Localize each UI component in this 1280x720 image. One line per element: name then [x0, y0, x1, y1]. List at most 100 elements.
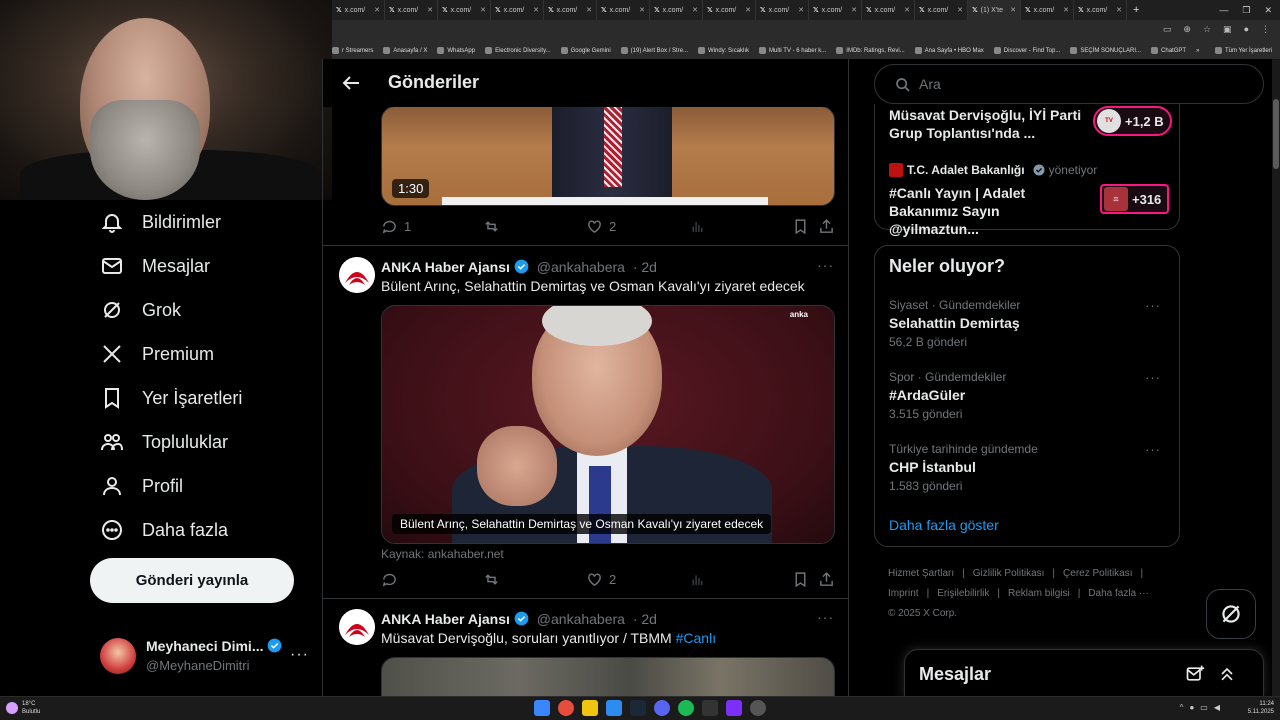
nav-profile[interactable]: Profil — [100, 474, 183, 498]
extensions-icon[interactable]: ▣ — [1223, 24, 1232, 35]
grok-button[interactable] — [1206, 589, 1256, 639]
tab-close-icon[interactable]: ✕ — [1063, 6, 1069, 14]
trend-item[interactable]: Spor · Gündemdekiler #ArdaGüler 3.515 gö… — [889, 370, 1169, 421]
scrollbar-thumb[interactable] — [1273, 99, 1279, 169]
new-tab-button[interactable]: + — [1127, 4, 1145, 16]
account-more-icon[interactable]: ··· — [290, 646, 309, 664]
live-title[interactable]: Müsavat Dervişoğlu, İYİ Parti Grup Topla… — [889, 106, 1089, 142]
tab-close-icon[interactable]: ✕ — [480, 6, 486, 14]
browser-tab[interactable]: 𝕏x.com/ ✕ — [597, 0, 650, 20]
tab-close-icon[interactable]: ✕ — [427, 6, 433, 14]
hashtag-link[interactable]: #Canlı — [676, 630, 716, 646]
tweet-video[interactable] — [381, 657, 835, 696]
bookmark-item[interactable]: Discover - Find Top... — [993, 47, 1060, 54]
restore-icon[interactable]: ❐ — [1242, 5, 1250, 16]
back-arrow-icon[interactable] — [339, 71, 363, 95]
tab-close-icon[interactable]: ✕ — [533, 6, 539, 14]
footer-link[interactable]: Imprint — [888, 588, 919, 599]
footer-link[interactable]: Gizlilik Politikası — [973, 568, 1045, 579]
nav-communities[interactable]: Topluluklar — [100, 430, 228, 454]
live-badge[interactable]: ⚖ +316 — [1100, 184, 1170, 214]
browser-tab[interactable]: 𝕏x.com/ ✕ — [491, 0, 544, 20]
tab-close-icon[interactable]: ✕ — [692, 6, 698, 14]
close-window-icon[interactable]: ✕ — [1264, 5, 1272, 16]
browser-tab[interactable]: 𝕏x.com/ ✕ — [650, 0, 703, 20]
author-name[interactable]: ANKA Haber Ajansı — [381, 611, 510, 627]
author-name[interactable]: ANKA Haber Ajansı — [381, 259, 510, 275]
tweet-video[interactable]: 1:30 — [381, 106, 835, 206]
browser-tab[interactable]: 𝕏x.com/ ✕ — [809, 0, 862, 20]
page-scrollbar[interactable] — [1272, 59, 1280, 696]
obs-icon[interactable] — [750, 700, 766, 716]
tab-close-icon[interactable]: ✕ — [374, 6, 380, 14]
browser-tab[interactable]: 𝕏 (1) X'te ✕ — [968, 0, 1021, 20]
trend-item[interactable]: Siyaset · Gündemdekiler Selahattin Demir… — [889, 298, 1169, 349]
file-explorer-icon[interactable] — [582, 700, 598, 716]
trend-more-icon[interactable]: ··· — [1145, 442, 1161, 457]
chevrons-up-icon[interactable] — [1217, 664, 1237, 684]
share-button[interactable] — [818, 571, 835, 588]
tab-close-icon[interactable]: ✕ — [586, 6, 592, 14]
minimize-icon[interactable]: — — [1219, 5, 1228, 15]
bookmark-item[interactable]: Windy: Sıcaklık — [698, 47, 749, 54]
card-source[interactable]: Kaynak: ankahaber.net — [381, 547, 504, 561]
browser-tab[interactable]: 𝕏x.com/ ✕ — [1021, 0, 1074, 20]
nav-notifications[interactable]: Bildirimler — [100, 210, 221, 234]
trend-item[interactable]: Türkiye tarihinde gündemde CHP İstanbul … — [889, 442, 1169, 493]
volume-icon[interactable]: ◀ — [1214, 703, 1220, 712]
anka-avatar[interactable] — [339, 257, 375, 293]
trend-more-icon[interactable]: ··· — [1145, 298, 1161, 313]
bookmark-item[interactable]: Electronic Diversity... — [485, 47, 551, 54]
browser-tab[interactable]: 𝕏x.com/ ✕ — [544, 0, 597, 20]
nav-premium[interactable]: Premium — [100, 342, 214, 366]
retweet-button[interactable] — [483, 218, 500, 235]
footer-link[interactable]: Çerez Politikası — [1063, 568, 1132, 579]
edge-icon[interactable] — [606, 700, 622, 716]
bookmark-item[interactable]: » — [1196, 48, 1199, 54]
chevron-up-icon[interactable]: ^ — [1180, 703, 1184, 712]
tab-close-icon[interactable]: ✕ — [957, 6, 963, 14]
like-button[interactable]: 2 — [586, 571, 616, 588]
tab-close-icon[interactable]: ✕ — [1116, 6, 1122, 14]
account-switcher[interactable]: Meyhaneci Dimi... @MeyhaneDimitri ··· — [100, 636, 310, 676]
like-button[interactable]: 2 — [586, 218, 616, 235]
mic-icon[interactable]: ● — [1189, 703, 1194, 712]
bookmark-item[interactable]: SEÇİM SONUÇLARI... — [1070, 47, 1141, 54]
reply-button[interactable]: 1 — [381, 218, 411, 235]
show-more-link[interactable]: Daha fazla göster — [889, 517, 999, 533]
browser-tab[interactable]: 𝕏x.com/ ✕ — [862, 0, 915, 20]
tab-close-icon[interactable]: ✕ — [904, 6, 910, 14]
browser-tab[interactable]: 𝕏x.com/ ✕ — [915, 0, 968, 20]
footer-link[interactable]: Daha fazla ··· — [1088, 588, 1149, 599]
footer-link[interactable]: Reklam bilgisi — [1008, 588, 1070, 599]
weather-widget[interactable]: 18°C Bulutlu — [6, 700, 40, 716]
steam-icon[interactable] — [630, 700, 646, 716]
browser-tab[interactable]: 𝕏x.com/ ✕ — [385, 0, 438, 20]
bookmark-item[interactable]: (19) Alert Box / Stre... — [620, 47, 688, 54]
menu-icon[interactable]: ⋮ — [1261, 24, 1270, 35]
bookmark-item[interactable]: ChatGPT — [1151, 47, 1186, 54]
views-button[interactable] — [689, 218, 706, 235]
network-icon[interactable]: ▭ — [1200, 703, 1208, 712]
nav-more[interactable]: Daha fazla — [100, 518, 228, 542]
author-handle[interactable]: @ankahabera — [537, 259, 625, 275]
tweet-time[interactable]: · 2d — [633, 259, 657, 275]
tab-close-icon[interactable]: ✕ — [851, 6, 857, 14]
discord-icon[interactable] — [654, 700, 670, 716]
post-button[interactable]: Gönderi yayınla — [90, 558, 294, 603]
address-bar[interactable] — [332, 20, 1280, 42]
trend-more-icon[interactable]: ··· — [1145, 370, 1161, 385]
spotify-icon[interactable] — [678, 700, 694, 716]
profile-icon[interactable]: ● — [1244, 24, 1249, 35]
browser-tab[interactable]: 𝕏x.com/ ✕ — [756, 0, 809, 20]
tweet-image-card[interactable]: anka Bülent Arınç, Selahattin Demirtaş v… — [381, 305, 835, 544]
bookmark-item[interactable]: Anasayfa / X — [383, 47, 427, 54]
app-icon[interactable] — [726, 700, 742, 716]
footer-link[interactable]: Hizmet Şartları — [888, 568, 954, 579]
anka-avatar[interactable] — [339, 609, 375, 645]
live-badge[interactable]: TV +1,2 B — [1093, 106, 1172, 136]
bookmark-item[interactable]: IMDb: Ratings, Revi... — [836, 47, 905, 54]
bookmark-item[interactable]: Google Gemini — [560, 47, 611, 54]
browser-tab[interactable]: 𝕏x.com/ ✕ — [1074, 0, 1127, 20]
share-button[interactable] — [818, 218, 835, 235]
